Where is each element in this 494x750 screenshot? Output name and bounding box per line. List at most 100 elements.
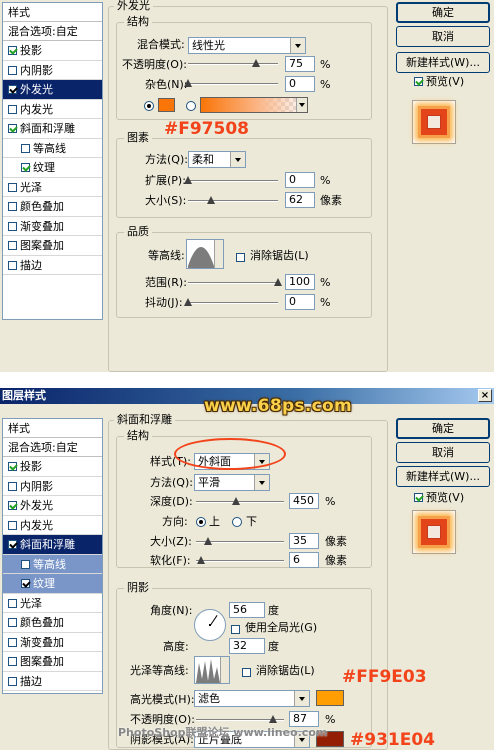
cancel-button[interactable]: 取消: [396, 26, 490, 47]
style-list-header[interactable]: 样式: [3, 3, 102, 22]
style-list-item[interactable]: 纹理: [3, 158, 102, 178]
style-list-item[interactable]: 光泽: [3, 594, 102, 613]
style-checkbox[interactable]: [8, 241, 17, 250]
style-checkbox[interactable]: [21, 579, 30, 588]
slider-thumb[interactable]: [268, 715, 277, 723]
style-list-item[interactable]: 颜色叠加: [3, 613, 102, 633]
blend-mode-select[interactable]: 线性光: [188, 37, 306, 54]
direction-up-radio[interactable]: [196, 516, 206, 529]
preview-toggle[interactable]: 预览(V): [414, 75, 464, 88]
slider-thumb[interactable]: [184, 176, 192, 184]
soften-input[interactable]: 6: [289, 552, 319, 568]
gradient-radio[interactable]: [186, 100, 196, 113]
highlight-opacity-input[interactable]: 87: [289, 711, 319, 727]
cancel-button[interactable]: 取消: [396, 442, 490, 463]
style-list-item[interactable]: 渐变叠加: [3, 633, 102, 652]
style-checkbox[interactable]: [21, 143, 30, 153]
style-checkbox[interactable]: [8, 540, 17, 549]
jitter-input[interactable]: 0: [285, 294, 315, 310]
technique-select[interactable]: 平滑: [194, 474, 270, 491]
style-checkbox[interactable]: [8, 637, 17, 647]
style-checkbox[interactable]: [8, 202, 17, 211]
style-checkbox[interactable]: [21, 559, 30, 569]
style-list-item[interactable]: 光泽: [3, 178, 102, 197]
opacity-slider[interactable]: [188, 59, 278, 69]
style-list-item[interactable]: 内发光: [3, 100, 102, 119]
spread-slider[interactable]: [184, 176, 278, 186]
style-list-item[interactable]: 描边: [3, 672, 102, 691]
preview-checkbox[interactable]: [414, 77, 423, 86]
style-checkbox[interactable]: [8, 618, 17, 627]
direction-down-radio[interactable]: [232, 516, 242, 529]
global-light-checkbox[interactable]: [231, 623, 243, 636]
solid-color-radio[interactable]: [144, 100, 154, 113]
depth-input[interactable]: 450: [289, 493, 319, 509]
style-list-header[interactable]: 样式: [3, 419, 102, 438]
size-slider[interactable]: [188, 196, 278, 206]
noise-input[interactable]: 0: [285, 76, 315, 92]
angle-dial[interactable]: [194, 609, 226, 641]
size-input[interactable]: 35: [289, 533, 319, 549]
style-list-item[interactable]: 投影: [3, 41, 102, 61]
preview-toggle[interactable]: 预览(V): [414, 491, 464, 504]
style-list-item[interactable]: 内阴影: [3, 61, 102, 80]
style-checkbox[interactable]: [8, 598, 17, 608]
highlight-color-swatch[interactable]: [316, 690, 344, 706]
style-checkbox[interactable]: [8, 481, 17, 491]
gloss-contour-picker[interactable]: [194, 656, 230, 684]
slider-thumb[interactable]: [184, 298, 192, 306]
style-checkbox[interactable]: [8, 657, 17, 666]
style-checkbox[interactable]: [8, 501, 17, 510]
gloss-antialias-checkbox[interactable]: [242, 666, 254, 679]
slider-thumb[interactable]: [204, 537, 213, 545]
blend-options-item[interactable]: 混合选项:自定: [3, 438, 102, 457]
slider-thumb[interactable]: [251, 59, 260, 67]
style-list-item[interactable]: 图案叠加: [3, 652, 102, 672]
style-list-item[interactable]: 渐变叠加: [3, 217, 102, 236]
style-checkbox[interactable]: [8, 221, 17, 231]
new-style-button[interactable]: 新建样式(W)...: [396, 52, 490, 73]
style-list-item[interactable]: 内阴影: [3, 477, 102, 496]
slider-thumb[interactable]: [184, 79, 192, 87]
jitter-slider[interactable]: [184, 298, 278, 308]
slider-thumb[interactable]: [231, 497, 240, 505]
antialias-checkbox[interactable]: [236, 251, 248, 264]
contour-picker[interactable]: [186, 239, 224, 269]
glow-gradient-picker[interactable]: [200, 97, 308, 113]
range-slider[interactable]: [188, 278, 282, 288]
preview-checkbox[interactable]: [414, 493, 423, 502]
depth-slider[interactable]: [196, 497, 284, 507]
style-checkbox[interactable]: [21, 163, 30, 172]
altitude-input[interactable]: 32: [229, 638, 265, 654]
highlight-mode-select[interactable]: 滤色: [194, 690, 310, 707]
range-input[interactable]: 100: [285, 274, 315, 290]
style-checkbox[interactable]: [8, 260, 17, 270]
blend-options-item[interactable]: 混合选项:自定: [3, 22, 102, 41]
size-slider[interactable]: [196, 537, 284, 547]
new-style-button[interactable]: 新建样式(W)...: [396, 466, 490, 487]
style-list-item[interactable]: 等高线: [3, 554, 102, 574]
style-list-item[interactable]: 斜面和浮雕: [3, 119, 102, 139]
style-list-item[interactable]: 纹理: [3, 574, 102, 594]
style-checkbox[interactable]: [8, 182, 17, 192]
angle-input[interactable]: 56: [229, 602, 265, 618]
soften-slider[interactable]: [196, 556, 284, 566]
close-icon[interactable]: ×: [478, 389, 492, 402]
style-list-item[interactable]: 等高线: [3, 139, 102, 158]
opacity-input[interactable]: 75: [285, 56, 315, 72]
ok-button[interactable]: 确定: [396, 2, 490, 23]
style-checkbox[interactable]: [8, 462, 17, 471]
slider-thumb[interactable]: [197, 556, 206, 564]
glow-color-swatch[interactable]: [158, 98, 175, 112]
style-checkbox[interactable]: [8, 520, 17, 530]
style-checkbox[interactable]: [8, 85, 17, 94]
spread-input[interactable]: 0: [285, 172, 315, 188]
style-list-item[interactable]: 图案叠加: [3, 236, 102, 256]
method-select[interactable]: 柔和: [188, 151, 246, 168]
style-checkbox[interactable]: [8, 46, 17, 55]
style-checkbox[interactable]: [8, 676, 17, 686]
noise-slider[interactable]: [184, 79, 278, 89]
slider-thumb[interactable]: [206, 196, 215, 204]
style-list-item[interactable]: 外发光: [3, 496, 102, 516]
size-input[interactable]: 62: [285, 192, 315, 208]
